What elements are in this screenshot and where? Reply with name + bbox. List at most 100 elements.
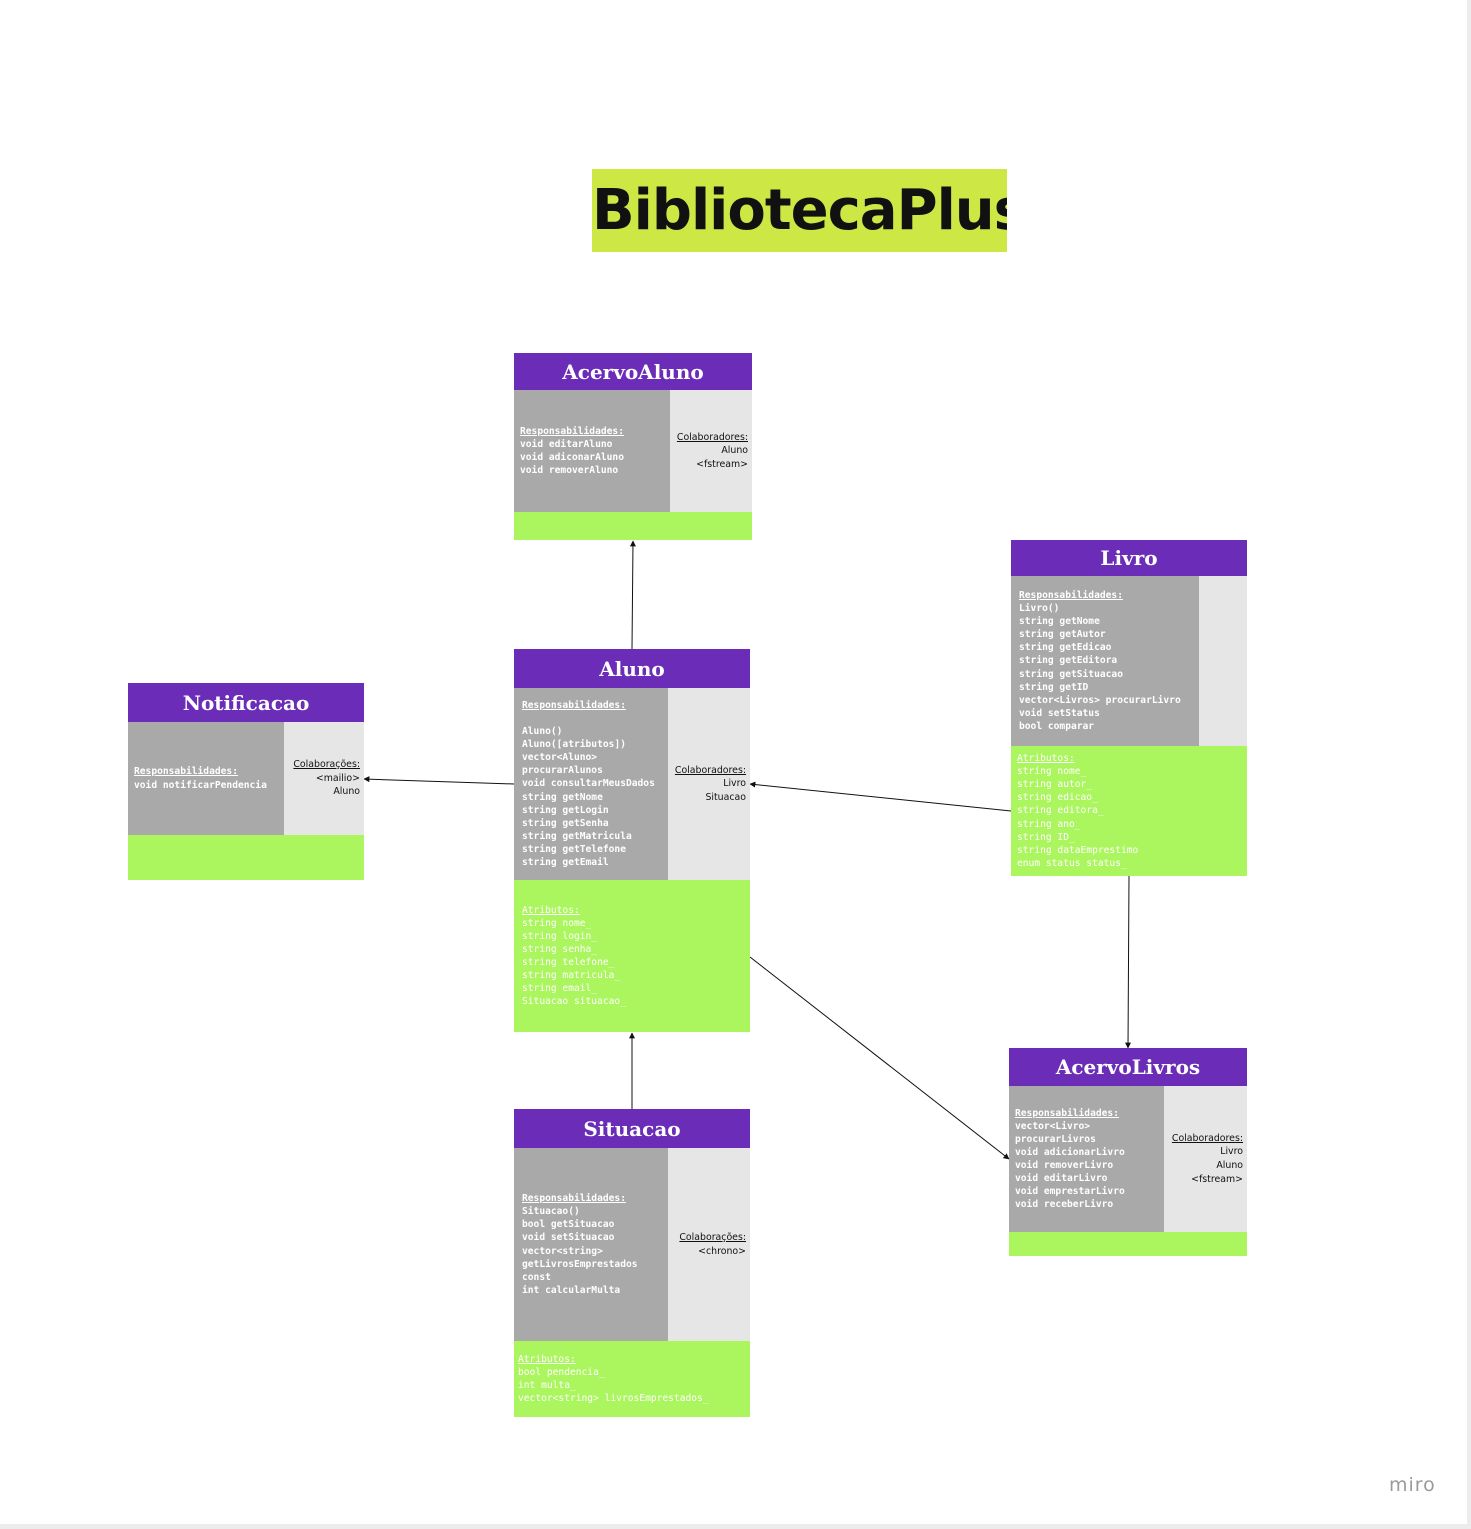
card-acervoaluno[interactable]: AcervoAluno Responsabilidades: void edit… <box>514 353 752 540</box>
card-situacao-resp-line: const <box>522 1271 551 1283</box>
card-aluno-attributes: Atributos: string nome_ string login_ st… <box>514 880 750 1032</box>
card-aluno-collab-line: Livro <box>723 778 746 790</box>
card-situacao[interactable]: Situacao Responsabilidades: Situacao() b… <box>514 1109 750 1417</box>
card-situacao-collab-heading: Colaborações: <box>679 1231 746 1243</box>
card-situacao-resp-line: bool getSituacao <box>522 1219 615 1231</box>
card-aluno-attr-heading: Atributos: <box>522 904 580 916</box>
card-livro[interactable]: Livro Responsabilidades: Livro() string … <box>1011 540 1247 876</box>
card-livro-resp-heading: Responsabilidades: <box>1019 589 1123 601</box>
card-notificacao-collab-heading: Colaborações: <box>293 759 360 771</box>
card-aluno-resp-line: void consultarMeusDados <box>522 778 655 790</box>
card-situacao-collaborators: Colaborações: <chrono> <box>668 1148 750 1341</box>
card-livro-resp-line: string getEdicao <box>1019 642 1112 654</box>
card-situacao-resp-heading: Responsabilidades: <box>522 1193 626 1205</box>
card-aluno-attr-line: string login_ <box>522 930 598 942</box>
card-acervolivros-collab-line: <fstream> <box>1191 1173 1243 1185</box>
card-situacao-resp-line: getLivrosEmprestados <box>522 1258 638 1270</box>
card-aluno-resp-line: procurarAlunos <box>522 765 603 777</box>
card-acervolivros-collaborators: Colaboradores: Livro Aluno <fstream> <box>1164 1086 1247 1232</box>
card-aluno-collab-heading: Colaboradores: <box>674 764 746 776</box>
card-aluno-resp-heading: Responsabilidades: <box>522 699 626 711</box>
card-acervoaluno-resp-line: void editarAluno <box>520 438 613 450</box>
card-livro-attr-line: string dataEmprestimo <box>1017 844 1139 856</box>
card-livro-attr-line: string nome_ <box>1017 766 1087 778</box>
card-acervoaluno-collaborators: Colaboradores: Aluno <fstream> <box>670 390 752 512</box>
card-acervolivros-collab-line: Aluno <box>1216 1160 1243 1171</box>
edge-aluno-to-acervoaluno[interactable] <box>629 540 636 650</box>
card-aluno-attr-line: string email_ <box>522 983 598 995</box>
card-situacao-resp-line: vector<string> <box>522 1245 603 1257</box>
card-situacao-header: Situacao <box>514 1109 750 1148</box>
card-aluno-resp-line: string getLogin <box>522 804 609 816</box>
card-livro-resp-line: bool comparar <box>1019 720 1095 732</box>
card-acervolivros-resp-line: void receberLivro <box>1015 1199 1114 1211</box>
card-livro-attr-line: string edicao_ <box>1017 792 1098 804</box>
card-acervolivros-resp-line: void editarLivro <box>1015 1173 1108 1185</box>
card-aluno-collab-line: Situacao <box>705 791 746 803</box>
card-acervolivros-attributes <box>1009 1232 1247 1256</box>
card-acervoaluno-resp-line: void removerAluno <box>520 465 619 477</box>
card-aluno-resp-line: Aluno() <box>522 726 563 738</box>
card-aluno-attr-line: string matricula_ <box>522 970 621 982</box>
card-livro-attr-line: string ano_ <box>1017 818 1081 830</box>
card-livro-attr-line: string ID_ <box>1017 831 1075 843</box>
card-livro-collaborators <box>1199 576 1247 746</box>
card-situacao-resp-line: int calcularMulta <box>522 1284 621 1296</box>
card-aluno-responsibilities: Responsabilidades: ​ Aluno() Aluno([atri… <box>514 688 668 880</box>
card-livro-attr-heading: Atributos: <box>1017 753 1075 765</box>
card-acervolivros-responsibilities: Responsabilidades: vector<Livro> procura… <box>1009 1086 1164 1232</box>
card-livro-attr-line: string editora_ <box>1017 805 1104 817</box>
card-notificacao-resp-line: void notificarPendencia <box>134 779 267 791</box>
card-livro-resp-line: vector<Livros> procurarLivro <box>1019 694 1181 706</box>
card-notificacao-header: Notificacao <box>128 683 364 722</box>
card-situacao-attributes: Atributos: bool pendencia_ int multa_ ve… <box>514 1341 750 1417</box>
card-livro-attr-line: string autor_ <box>1017 779 1093 791</box>
card-livro-attributes: Atributos: string nome_ string autor_ st… <box>1011 746 1247 876</box>
card-notificacao-responsibilities: Responsabilidades: void notificarPendenc… <box>128 722 284 835</box>
card-acervolivros-resp-heading: Responsabilidades: <box>1015 1107 1119 1119</box>
card-acervoaluno-resp-heading: Responsabilidades: <box>520 425 624 437</box>
card-situacao-attr-line: vector<string> livrosEmprestados_ <box>518 1393 709 1405</box>
card-acervolivros-header: AcervoLivros <box>1009 1048 1247 1086</box>
card-acervolivros-resp-line: vector<Livro> <box>1015 1120 1091 1132</box>
card-acervolivros-resp-line: void adicionarLivro <box>1015 1146 1125 1158</box>
card-aluno-attr-line: string nome_ <box>522 917 592 929</box>
card-acervoaluno-collab-line: Aluno <box>721 445 748 457</box>
card-acervolivros-resp-line: void emprestarLivro <box>1015 1186 1125 1198</box>
card-aluno-resp-line: string getEmail <box>522 857 609 869</box>
card-acervoaluno-header: AcervoAluno <box>514 353 752 390</box>
card-situacao-responsibilities: Responsabilidades: Situacao() bool getSi… <box>514 1148 668 1341</box>
card-aluno-resp-line: string getNome <box>522 791 603 803</box>
card-aluno-attr-line: string telefone_ <box>522 957 615 968</box>
card-aluno[interactable]: Aluno Responsabilidades: ​ Aluno() Aluno… <box>514 649 750 1032</box>
card-situacao-attr-heading: Atributos: <box>518 1353 576 1365</box>
card-aluno-resp-line: string getSenha <box>522 817 609 829</box>
card-notificacao-collab-line: <mailio> <box>315 772 360 784</box>
card-livro-header: Livro <box>1011 540 1247 576</box>
miro-watermark: miro <box>1389 1474 1436 1496</box>
card-livro-resp-line: void setStatus <box>1019 707 1100 719</box>
card-livro-resp-line: string getNome <box>1019 616 1100 628</box>
card-aluno-attr-line: Situacao situacao_ <box>522 996 626 1008</box>
card-notificacao[interactable]: Notificacao Responsabilidades: void noti… <box>128 683 364 880</box>
card-notificacao-collaborators: Colaborações: <mailio> Aluno <box>284 722 364 835</box>
card-aluno-resp-line: vector<Aluno> <box>522 752 598 764</box>
card-situacao-attr-line: int multa_ <box>518 1380 576 1391</box>
edge-aluno-to-notificacao[interactable] <box>363 776 515 785</box>
edge-livro-to-aluno[interactable] <box>749 781 1012 812</box>
edge-livro-to-acervolivros[interactable] <box>1125 875 1132 1049</box>
card-acervoaluno-collab-heading: Colaboradores: <box>676 431 748 443</box>
card-livro-attr-line: enum status status_ <box>1017 857 1127 869</box>
card-aluno-resp-line: string getMatricula <box>522 830 632 842</box>
card-notificacao-attributes <box>128 835 364 880</box>
card-livro-resp-line: string getAutor <box>1019 629 1106 641</box>
card-livro-responsibilities: Responsabilidades: Livro() string getNom… <box>1011 576 1199 746</box>
card-aluno-header: Aluno <box>514 649 750 688</box>
card-acervoaluno-attributes <box>514 512 752 540</box>
card-situacao-collab-line: <chrono> <box>698 1245 746 1257</box>
card-livro-resp-line: string getEditora <box>1019 655 1118 667</box>
card-acervolivros[interactable]: AcervoLivros Responsabilidades: vector<L… <box>1009 1048 1247 1256</box>
card-notificacao-collab-line: Aluno <box>333 786 360 798</box>
edge-aluno-to-acervolivros[interactable] <box>749 956 1010 1160</box>
card-acervolivros-collab-heading: Colaboradores: <box>1171 1132 1243 1144</box>
